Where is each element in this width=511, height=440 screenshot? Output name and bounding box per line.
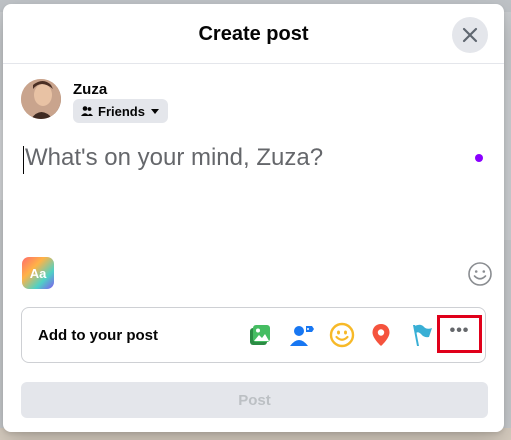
- feeling-icon: [329, 322, 355, 348]
- grammar-indicator-dot[interactable]: [475, 154, 483, 162]
- emoji-icon[interactable]: [467, 261, 493, 287]
- text-format-button[interactable]: Aa: [22, 257, 54, 289]
- photo-video-button[interactable]: [245, 320, 275, 350]
- post-button-label: Post: [238, 391, 271, 409]
- check-in-button[interactable]: [366, 320, 396, 350]
- add-to-post-bar: Add to your post •••: [21, 307, 486, 363]
- feeling-activity-button[interactable]: [327, 320, 357, 350]
- author-name: Zuza: [73, 81, 108, 98]
- life-event-button[interactable]: [406, 320, 436, 350]
- audience-selector[interactable]: Friends: [73, 99, 168, 123]
- life-event-flag-icon: [413, 324, 432, 346]
- tag-people-icon: [290, 326, 314, 346]
- text-caret: [23, 146, 24, 174]
- close-button[interactable]: [452, 17, 488, 53]
- dialog-title: Create post: [198, 23, 309, 45]
- check-in-icon: [372, 324, 390, 346]
- create-post-dialog: Create post Zuza Friends What's on your …: [3, 4, 504, 432]
- composer-placeholder: What's on your mind, Zuza?: [25, 144, 324, 171]
- caret-down-icon: [150, 109, 159, 114]
- post-button[interactable]: Post: [21, 382, 488, 418]
- avatar[interactable]: [21, 79, 61, 119]
- photo-video-icon: [250, 325, 270, 345]
- close-icon: [462, 27, 478, 43]
- dialog-header: Create post: [3, 4, 504, 64]
- post-text-input[interactable]: What's on your mind, Zuza?: [21, 142, 481, 252]
- tag-people-button[interactable]: [287, 320, 317, 350]
- audience-label: Friends: [98, 103, 145, 119]
- friends-icon: [81, 106, 93, 116]
- more-icon: •••: [449, 322, 470, 339]
- add-to-post-label: Add to your post: [38, 327, 158, 344]
- avatar-photo: [21, 79, 61, 119]
- text-format-label: Aa: [29, 265, 47, 281]
- more-options-button[interactable]: •••: [437, 315, 482, 353]
